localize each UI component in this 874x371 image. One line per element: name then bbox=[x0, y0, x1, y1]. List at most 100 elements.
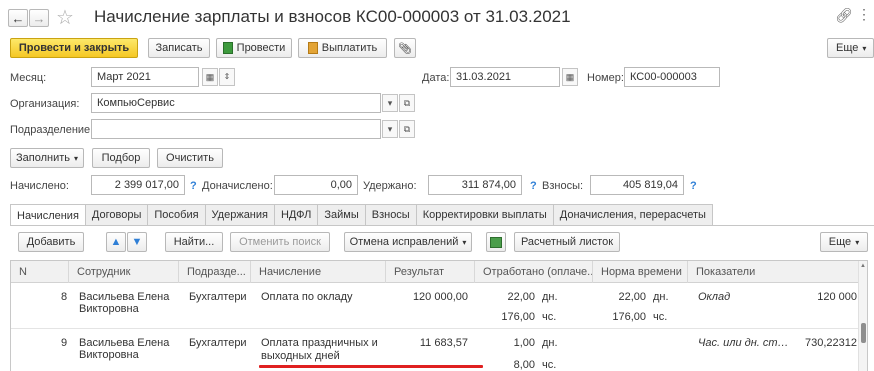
col-n[interactable]: N bbox=[11, 261, 69, 283]
tab-strip: Начисления Договоры Пособия Удержания НД… bbox=[10, 204, 713, 226]
pay-button[interactable]: Выплатить bbox=[298, 38, 387, 58]
link-icon[interactable]: 🔗︎ bbox=[835, 7, 853, 24]
title-bar: ← → ☆ Начисление зарплаты и взносов КС00… bbox=[0, 0, 874, 34]
worked-hours: 8,00 bbox=[513, 359, 535, 371]
date-value: 31.03.2021 bbox=[456, 71, 512, 83]
result-value: 11 683,57 bbox=[419, 337, 468, 349]
date-field[interactable]: 31.03.2021 bbox=[450, 67, 560, 87]
withheld-help-link[interactable]: ? bbox=[530, 180, 537, 192]
table-settings-button[interactable] bbox=[486, 232, 506, 252]
add-row-button[interactable]: Добавить bbox=[18, 232, 84, 252]
stepper-icon: ⇕ bbox=[223, 72, 231, 81]
contributions-field: 405 819,04 bbox=[590, 175, 684, 195]
more-menu-icon[interactable]: ⋮ bbox=[857, 6, 871, 23]
payslip-button[interactable]: Расчетный листок bbox=[514, 232, 620, 252]
tab-ndfl[interactable]: НДФЛ bbox=[273, 204, 319, 225]
department-dropdown-button[interactable]: ▾ bbox=[382, 120, 398, 138]
accrued-field: 2 399 017,00 bbox=[91, 175, 185, 195]
post-label: Провести bbox=[236, 42, 286, 54]
table-scrollbar[interactable]: ▲ bbox=[858, 261, 867, 371]
select-label: Подбор bbox=[101, 152, 141, 164]
col-result[interactable]: Результат bbox=[386, 261, 475, 283]
scrollbar-thumb[interactable] bbox=[861, 323, 866, 343]
table-more-button[interactable]: Еще ▾ bbox=[820, 232, 868, 252]
organization-label: Организация: bbox=[10, 98, 80, 110]
cancel-fixes-button[interactable]: Отмена исправлений ▾ bbox=[344, 232, 472, 252]
month-calendar-button[interactable]: ▦ bbox=[202, 68, 218, 86]
accrual-type: Оплата праздничных и bbox=[261, 337, 378, 349]
norm-days: 22,00 bbox=[618, 291, 646, 303]
page-title: Начисление зарплаты и взносов КС00-00000… bbox=[94, 7, 571, 26]
tab-contracts[interactable]: Договоры bbox=[84, 204, 149, 225]
favorite-star-icon[interactable]: ☆ bbox=[56, 5, 74, 30]
arrow-left-icon: ← bbox=[11, 10, 25, 26]
post-doc-icon bbox=[222, 42, 233, 54]
tab-loans[interactable]: Займы bbox=[317, 204, 366, 225]
find-button[interactable]: Найти... bbox=[165, 232, 223, 252]
number-value: КС00-000003 bbox=[630, 71, 697, 83]
accrual-type-line2: выходных дней bbox=[261, 350, 340, 362]
move-down-button[interactable]: ▼ bbox=[127, 232, 147, 252]
more-button[interactable]: Еще ▾ bbox=[827, 38, 874, 58]
number-field[interactable]: КС00-000003 bbox=[624, 67, 720, 87]
tab-payment-corrections[interactable]: Корректировки выплаты bbox=[415, 204, 554, 225]
contributions-value: 405 819,04 bbox=[622, 179, 678, 191]
attach-button[interactable]: 📎︎ bbox=[394, 38, 416, 58]
save-button[interactable]: Записать bbox=[148, 38, 210, 58]
highlight-underline bbox=[259, 365, 483, 368]
department-open-button[interactable]: ⧉ bbox=[399, 120, 415, 138]
cancel-search-label: Отменить поиск bbox=[239, 236, 321, 248]
accruals-table: N Сотрудник Подразде... Начисление Резул… bbox=[10, 260, 868, 371]
accrued-label: Начислено: bbox=[10, 180, 69, 192]
tab-benefits[interactable]: Пособия bbox=[147, 204, 206, 225]
arrow-up-icon: ▲ bbox=[110, 236, 122, 248]
contributions-help-link[interactable]: ? bbox=[690, 180, 697, 192]
add-row-label: Добавить bbox=[26, 236, 76, 248]
col-norm[interactable]: Норма времени bbox=[593, 261, 688, 283]
department-field[interactable] bbox=[91, 119, 381, 139]
organization-field[interactable]: КомпьюСервис bbox=[91, 93, 381, 113]
worked-days-unit: дн. bbox=[542, 337, 558, 349]
forward-button[interactable]: → bbox=[29, 9, 49, 27]
tab-deductions[interactable]: Удержания bbox=[204, 204, 275, 225]
date-calendar-button[interactable]: ▦ bbox=[562, 68, 578, 86]
accrual-type: Оплата по окладу bbox=[261, 291, 353, 303]
col-department[interactable]: Подразде... bbox=[179, 261, 251, 283]
chevron-down-icon: ▾ bbox=[387, 123, 393, 134]
fill-button[interactable]: Заполнить ▾ bbox=[10, 148, 84, 168]
move-up-button[interactable]: ▲ bbox=[106, 232, 126, 252]
organization-dropdown-button[interactable]: ▾ bbox=[382, 94, 398, 112]
employee-patronymic: Викторовна bbox=[79, 303, 139, 315]
worked-days-unit: дн. bbox=[542, 291, 558, 303]
worked-hours-unit: чс. bbox=[542, 359, 557, 371]
extra-accrued-label: Доначислено: bbox=[202, 180, 273, 192]
cancel-search-button[interactable]: Отменить поиск bbox=[230, 232, 330, 252]
organization-open-button[interactable]: ⧉ bbox=[399, 94, 415, 112]
withheld-field: 311 874,00 bbox=[428, 175, 522, 195]
month-stepper[interactable]: ⇕ bbox=[219, 68, 235, 86]
find-label: Найти... bbox=[173, 236, 215, 248]
more-label: Еще bbox=[836, 42, 859, 54]
post-button[interactable]: Провести bbox=[216, 38, 292, 58]
tab-contributions[interactable]: Взносы bbox=[364, 204, 417, 225]
month-value: Март 2021 bbox=[97, 71, 151, 83]
select-button[interactable]: Подбор bbox=[92, 148, 150, 168]
col-employee[interactable]: Сотрудник bbox=[69, 261, 179, 283]
clear-button[interactable]: Очистить bbox=[157, 148, 223, 168]
scroll-up-icon[interactable]: ▲ bbox=[860, 263, 866, 269]
pay-label: Выплатить bbox=[321, 42, 378, 54]
worked-days: 1,00 bbox=[513, 337, 535, 349]
post-and-close-button[interactable]: Провести и закрыть bbox=[10, 38, 138, 58]
fill-label: Заполнить bbox=[15, 152, 70, 164]
department: Бухгалтери bbox=[189, 337, 247, 349]
col-accrual[interactable]: Начисление bbox=[251, 261, 386, 283]
tab-accruals[interactable]: Начисления bbox=[10, 204, 86, 226]
worked-days: 22,00 bbox=[507, 291, 535, 303]
col-indicators[interactable]: Показатели bbox=[688, 261, 859, 283]
back-button[interactable]: ← bbox=[8, 9, 28, 27]
withheld-label: Удержано: bbox=[363, 180, 417, 192]
tab-recalculations[interactable]: Доначисления, перерасчеты bbox=[552, 204, 713, 225]
accrued-help-link[interactable]: ? bbox=[190, 180, 197, 192]
col-worked[interactable]: Отработано (оплаче... bbox=[475, 261, 593, 283]
month-field[interactable]: Март 2021 bbox=[91, 67, 199, 87]
